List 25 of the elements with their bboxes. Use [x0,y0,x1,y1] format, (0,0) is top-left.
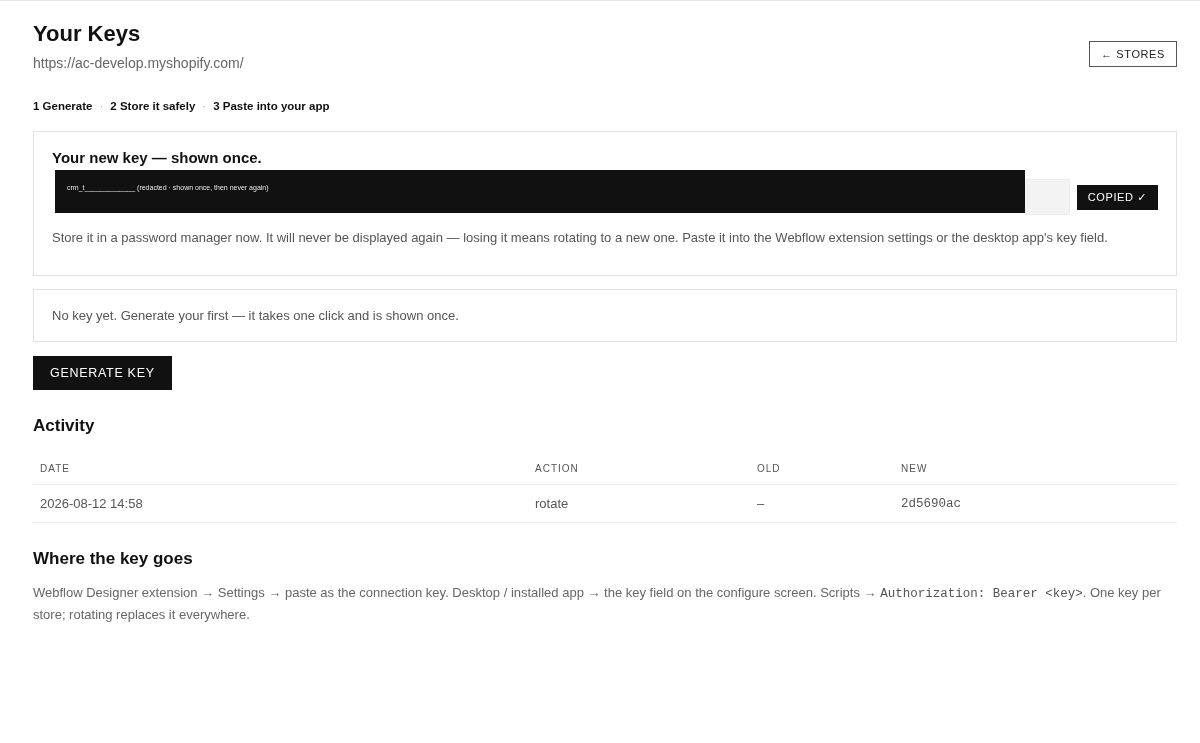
section-title: Activity [33,415,95,437]
step-label: 1 Generate [33,99,93,114]
empty-state-notice: No key yet. Generate your first — it takes one click and is shown once. [33,289,1177,342]
back-button[interactable]: ← STORES [1089,41,1177,67]
step-label: 2 Store it safely [110,99,196,114]
page-title: Your Keys [33,20,141,48]
copy-button[interactable]: COPIED ✓ [1076,184,1158,210]
column-header: ACTION [534,462,579,474]
table-cell-text: 2026-08-12 14:58 [39,496,143,511]
key-note: Store it in a password manager now. It will never be displayed again — losing it means rotating to a new one. Paste it into the Webflow extension settings or the desktop app's key field. [52,229,1109,247]
table-cell-text: 2d5690ac [900,496,961,511]
step-separator: · [98,99,105,114]
column-header: NEW [900,462,928,474]
generate-button[interactable]: GENERATE KEY [33,356,172,390]
step-label: 3 Paste into your app [213,99,330,114]
section-title: Where the key goes [33,548,193,570]
column-header: DATE [39,462,70,474]
column-header: OLD [756,462,781,474]
store-url: https://ac-develop.myshopify.com/ [33,54,244,73]
step-separator: · [201,99,208,114]
table-cell-text: rotate [534,496,569,511]
help-paragraph: Webflow Designer extension → Settings → paste as the connection key. Desktop / installed app → the key field on the configure screen. Scripts → Authorization: Bearer <key>. One key per store; rotating replaces it everywhere. [33,584,1162,624]
key-field[interactable] [1024,179,1070,215]
card-title: Your new key — shown once. [52,149,263,167]
table-cell-text: – [756,496,765,511]
